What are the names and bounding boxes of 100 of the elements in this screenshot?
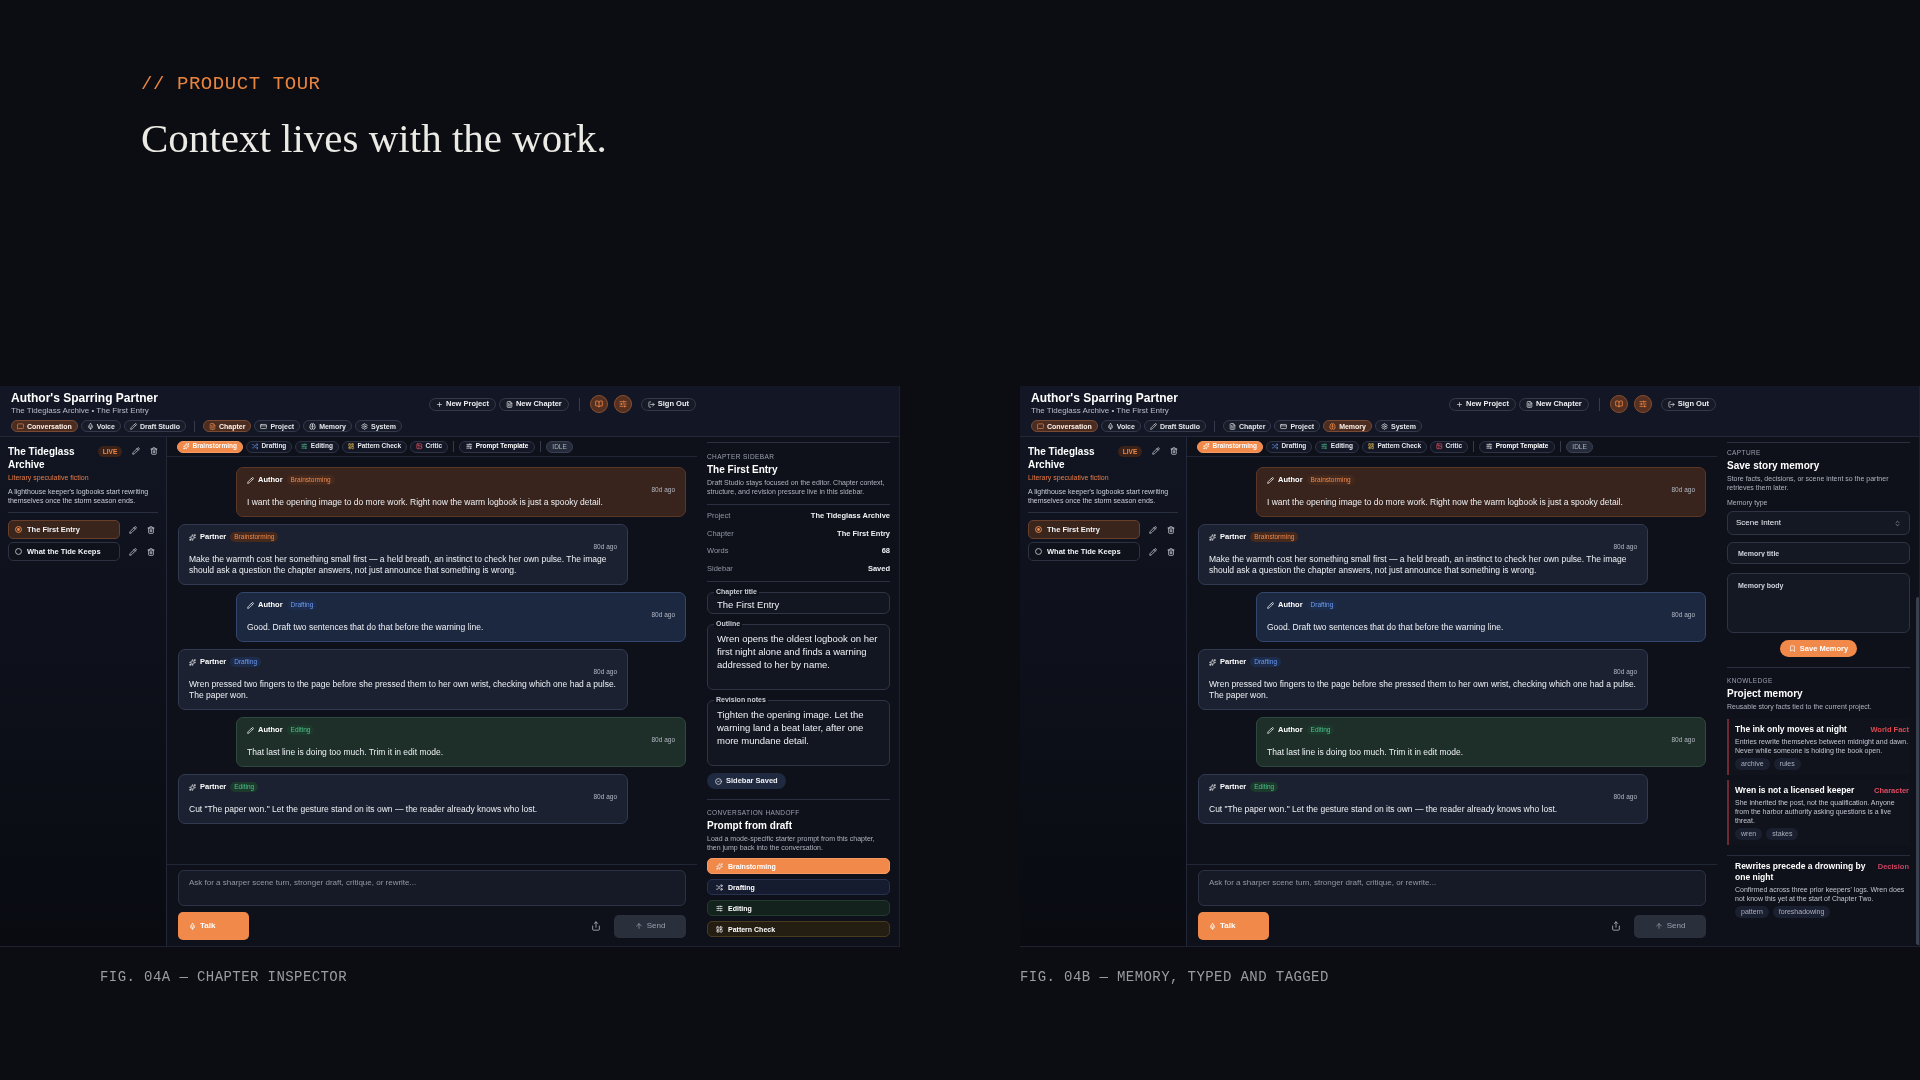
- message-text: Wren pressed two fingers to the page before she pressed them to her own wrist, checking which one had a pulse. The paper won.: [1209, 679, 1637, 701]
- shuffle-icon: [1271, 443, 1279, 450]
- brain-icon: [1329, 422, 1337, 430]
- arrow-up-icon: [1654, 922, 1663, 930]
- section-eyebrow: // PRODUCT TOUR: [141, 72, 321, 97]
- pencil-icon[interactable]: [132, 447, 141, 455]
- message-text: Wren pressed two fingers to the page before she pressed them to her own wrist, checking which one had a pulse. The paper won.: [189, 679, 617, 701]
- sparkles-icon: [1203, 443, 1210, 450]
- memory-title: Wren is not a licensed keeper: [1735, 785, 1855, 796]
- sign-out-icon: [647, 400, 655, 408]
- message-text: I want the opening image to do more work. Right now the warm logbook is just a spooky detail.: [247, 497, 604, 508]
- sparkles-icon: [1209, 658, 1216, 666]
- sliders-icon: [618, 400, 627, 408]
- microphone-icon: [86, 422, 94, 430]
- document-icon: [505, 400, 513, 408]
- section-title: The First Entry: [707, 464, 779, 476]
- share-icon[interactable]: [591, 921, 601, 931]
- dashboard-icon: [1367, 443, 1375, 450]
- book-button[interactable]: [589, 395, 608, 413]
- sliders-icon: [1486, 443, 1493, 450]
- sparkles-icon: [1209, 533, 1216, 541]
- plus-icon: [435, 400, 443, 408]
- trash-icon[interactable]: [147, 525, 155, 534]
- dashboard-icon: [347, 443, 355, 450]
- project-title: The Tideglass Archive: [1028, 445, 1096, 471]
- pencil-icon[interactable]: [1149, 547, 1157, 556]
- message-text: That last line is doing too much. Trim it in edit mode.: [247, 747, 445, 758]
- sliders-icon: [716, 904, 723, 912]
- trash-icon[interactable]: [147, 547, 155, 556]
- pencil-icon[interactable]: [129, 547, 137, 556]
- sliders-icon: [1321, 443, 1328, 450]
- message-text: Make the warmth cost her something small first — a held breath, an instinct to check her own pulse. The image should ask a question the chapter answers, not just announce that something is wrong.: [189, 554, 608, 576]
- settings-button[interactable]: [1633, 395, 1652, 413]
- shuffle-icon: [251, 443, 259, 450]
- pencil-icon: [1267, 601, 1274, 609]
- figure-caption: FIG. 04B — MEMORY, TYPED AND TAGGED: [1020, 968, 1329, 987]
- microphone-icon: [1106, 422, 1114, 430]
- document-icon: [1228, 422, 1236, 430]
- settings-button[interactable]: [613, 395, 632, 413]
- pencil-icon[interactable]: [129, 525, 137, 534]
- trash-icon[interactable]: [1167, 547, 1175, 556]
- message-text: Cut "The paper won." Let the gesture stand on its own — the reader already knows who lost.: [189, 804, 539, 815]
- app-subtitle: The Tideglass Archive • The First Entry: [1031, 406, 1170, 416]
- pencil-icon[interactable]: [1149, 525, 1157, 534]
- pencil-icon[interactable]: [1152, 447, 1161, 455]
- document-icon: [208, 422, 216, 430]
- message-input[interactable]: Ask for a sharper scene turn, stronger draft, critique, or rewrite...: [1198, 870, 1706, 906]
- book-icon: [594, 400, 603, 408]
- trash-icon[interactable]: [1167, 525, 1175, 534]
- sliders-icon: [466, 443, 473, 450]
- sparkles-icon: [189, 533, 196, 541]
- headline: Context lives with the work.: [141, 114, 607, 163]
- trash-icon[interactable]: [1170, 447, 1178, 455]
- message-text: Make the warmth cost her something small first — a held breath, an instinct to check her own pulse. The image should ask a question the chapter answers, not just announce that something is wrong.: [1209, 554, 1628, 576]
- message-text: Good. Draft two sentences that do that before the warning line.: [1267, 622, 1505, 633]
- pencil-icon: [129, 422, 137, 430]
- radio-icon: [15, 548, 22, 555]
- project-title: The Tideglass Archive: [8, 445, 76, 471]
- settings-icon: [1381, 422, 1388, 430]
- arrow-up-icon: [634, 922, 643, 930]
- sparkles-icon: [183, 443, 190, 450]
- microphone-icon: [189, 922, 196, 930]
- settings-icon: [361, 422, 368, 430]
- section-title: Save story memory: [1727, 460, 1821, 472]
- document-icon: [1525, 400, 1533, 408]
- radio-icon: [1035, 526, 1042, 533]
- image-icon: [1436, 443, 1443, 450]
- pencil-icon: [1267, 476, 1274, 484]
- radio-icon: [15, 526, 22, 533]
- pencil-icon: [1267, 726, 1274, 734]
- pencil-icon: [247, 601, 254, 609]
- message-text: Good. Draft two sentences that do that before the warning line.: [247, 622, 485, 633]
- memory-title: The ink only moves at night: [1735, 724, 1847, 735]
- sparkles-icon: [189, 658, 196, 666]
- sparkles-icon: [1209, 783, 1216, 791]
- card-icon: [260, 422, 268, 430]
- check-circle-icon: [715, 777, 722, 785]
- book-icon: [1614, 400, 1623, 408]
- book-button[interactable]: [1609, 395, 1628, 413]
- app-title: Author's Sparring Partner: [1031, 392, 1179, 405]
- pencil-icon: [247, 476, 254, 484]
- radio-icon: [1035, 548, 1042, 555]
- shuffle-icon: [716, 883, 723, 891]
- memory-title: Rewrites precede a drowning by one night: [1735, 861, 1867, 883]
- microphone-icon: [1209, 922, 1216, 930]
- message-text: Cut "The paper won." Let the gesture stand on its own — the reader already knows who lost.: [1209, 804, 1559, 815]
- message-input[interactable]: Ask for a sharper scene turn, stronger draft, critique, or rewrite...: [178, 870, 686, 906]
- message-text: That last line is doing too much. Trim it in edit mode.: [1267, 747, 1465, 758]
- pencil-icon: [1149, 422, 1157, 430]
- image-icon: [416, 443, 423, 450]
- sparkles-icon: [189, 783, 196, 791]
- message-text: I want the opening image to do more work. Right now the warm logbook is just a spooky detail.: [1267, 497, 1624, 508]
- sliders-icon: [1638, 400, 1647, 408]
- share-icon[interactable]: [1611, 921, 1621, 931]
- sign-out-icon: [1667, 400, 1675, 408]
- trash-icon[interactable]: [150, 447, 158, 455]
- app-title: Author's Sparring Partner: [11, 392, 159, 405]
- app-subtitle: The Tideglass Archive • The First Entry: [11, 406, 150, 416]
- select-field[interactable]: Scene Intent: [1727, 511, 1910, 535]
- pencil-icon: [247, 726, 254, 734]
